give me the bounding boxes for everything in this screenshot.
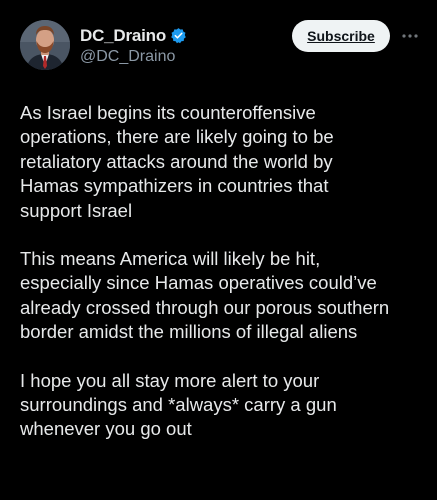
author-names: DC_Draino @DC_Draino	[80, 25, 187, 66]
avatar-portrait-icon	[20, 20, 70, 70]
subscribe-button[interactable]: Subscribe	[292, 20, 390, 52]
tweet-paragraph: As Israel begins its counteroffensive op…	[20, 102, 334, 221]
author-handle[interactable]: @DC_Draino	[80, 48, 187, 66]
tweet-text: As Israel begins its counteroffensive op…	[20, 101, 420, 466]
author-display-name[interactable]: DC_Draino	[80, 26, 166, 46]
more-horizontal-icon	[402, 34, 418, 38]
avatar[interactable]	[20, 20, 70, 70]
verified-badge-icon	[170, 27, 187, 44]
tweet-paragraph: I hope you all stay more alert to your s…	[20, 369, 337, 440]
more-options-button[interactable]	[400, 26, 420, 46]
tweet-card: DC_Draino @DC_Draino Subscribe As Israel…	[0, 0, 437, 500]
display-name-row: DC_Draino	[80, 25, 187, 46]
tweet-header: DC_Draino @DC_Draino Subscribe	[20, 20, 437, 74]
tweet-paragraph: This means America will likely be hit, e…	[20, 248, 390, 343]
